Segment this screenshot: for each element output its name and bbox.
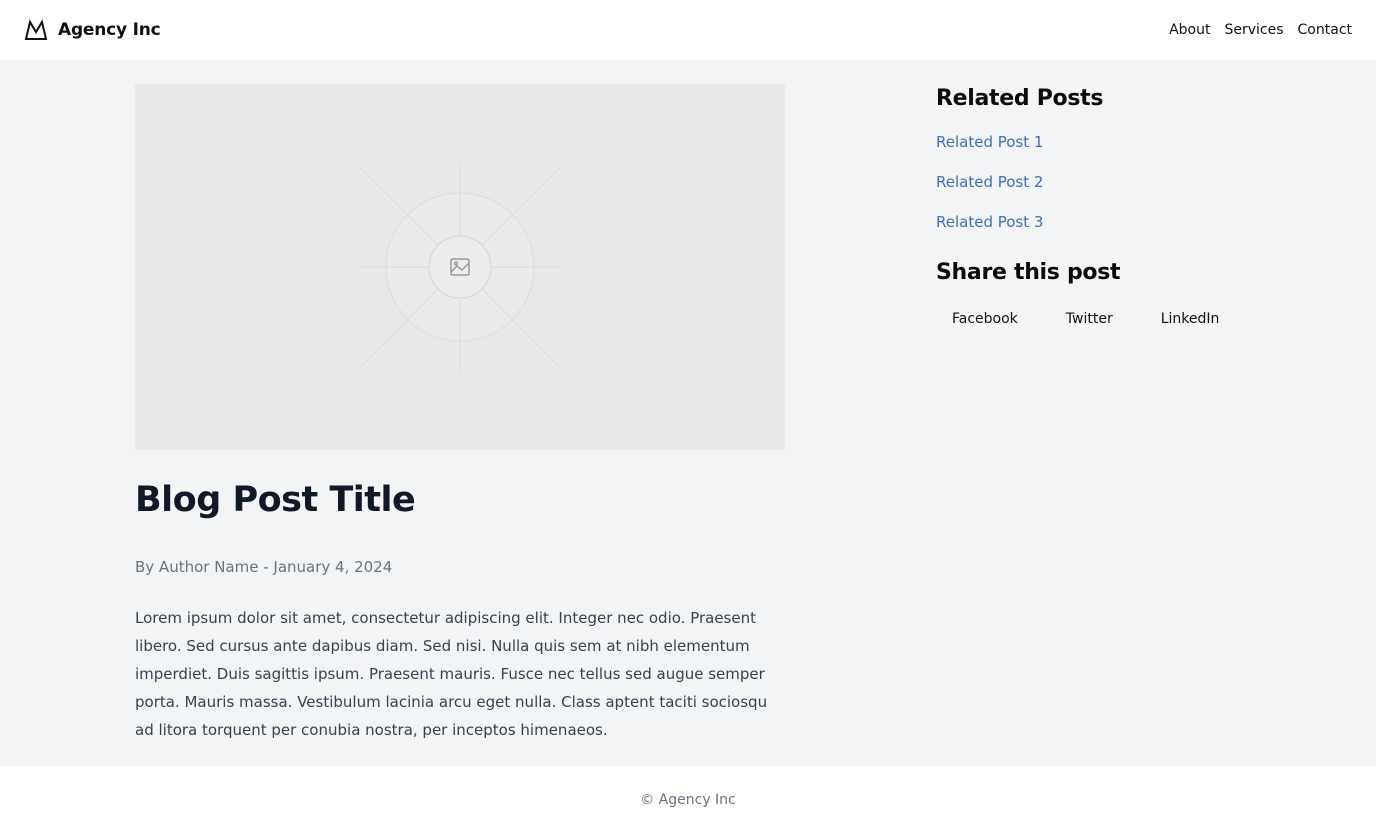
- post-meta: By Author Name - January 4, 2024: [135, 558, 393, 576]
- brand-name: Agency Inc: [58, 20, 161, 40]
- share-buttons: Facebook Twitter LinkedIn: [936, 311, 1266, 327]
- hero-image-placeholder: [135, 84, 785, 450]
- site-header: Agency Inc About Services Contact: [0, 0, 1376, 60]
- brand[interactable]: Agency Inc: [24, 19, 161, 41]
- footer-copyright: © Agency Inc: [640, 792, 736, 808]
- related-post-link-3[interactable]: Related Post 3: [936, 213, 1266, 232]
- image-placeholder-icon: [359, 162, 561, 374]
- nav-services-link[interactable]: Services: [1224, 22, 1283, 38]
- share-linkedin-button[interactable]: LinkedIn: [1145, 311, 1236, 327]
- mountain-icon: [24, 19, 48, 40]
- share-twitter-button[interactable]: Twitter: [1050, 311, 1129, 327]
- post-body: Lorem ipsum dolor sit amet, consectetur …: [135, 609, 768, 739]
- related-posts-list: Related Post 1 Related Post 2 Related Po…: [936, 133, 1266, 232]
- post-title: Blog Post Title: [135, 480, 416, 520]
- site-footer: © Agency Inc: [0, 766, 1376, 834]
- main-nav: About Services Contact: [1169, 22, 1352, 38]
- related-post-link-1[interactable]: Related Post 1: [936, 133, 1266, 152]
- nav-about-link[interactable]: About: [1169, 22, 1210, 38]
- share-heading: Share this post: [936, 260, 1121, 285]
- sidebar: Related Posts Related Post 1 Related Pos…: [936, 86, 1266, 327]
- share-facebook-button[interactable]: Facebook: [936, 311, 1034, 327]
- related-post-link-2[interactable]: Related Post 2: [936, 173, 1266, 192]
- related-posts-heading: Related Posts: [936, 86, 1104, 111]
- nav-contact-link[interactable]: Contact: [1298, 22, 1352, 38]
